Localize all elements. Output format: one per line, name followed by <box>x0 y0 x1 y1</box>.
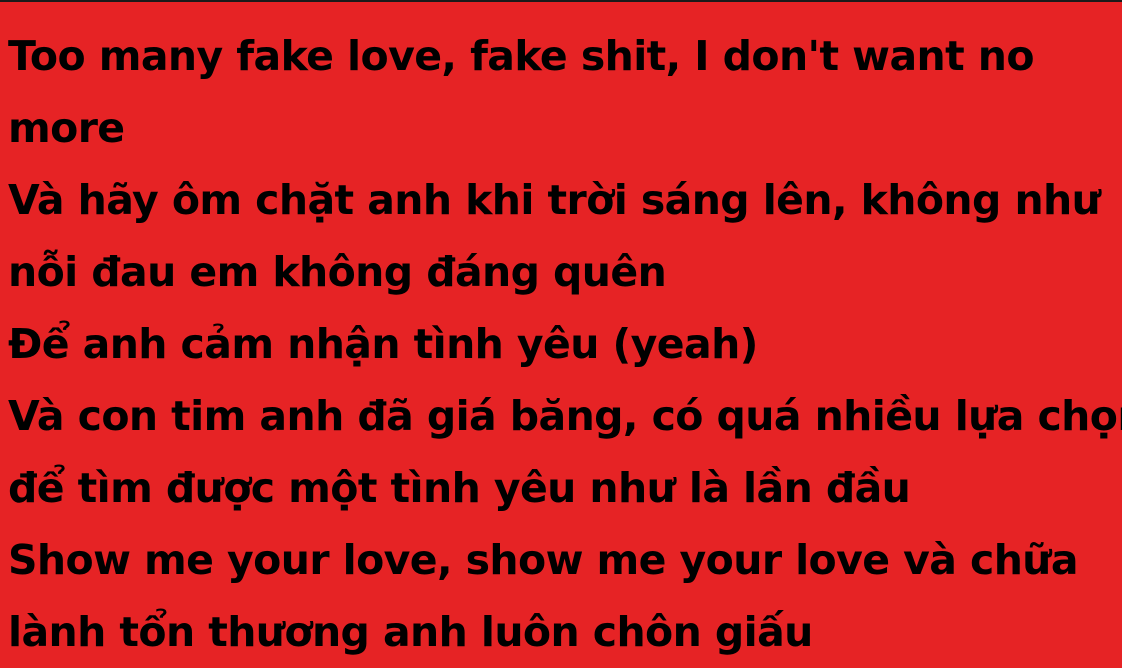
lyric-line: Và con tim anh đã giá băng, có quá nhiều… <box>8 392 1122 440</box>
lyric-line: Và hãy ôm chặt anh khi trời sáng lên, kh… <box>8 176 1101 224</box>
lyric-line: Để anh cảm nhận tình yêu (yeah) <box>8 320 758 368</box>
lyric-line: lành tổn thương anh luôn chôn giấu <box>8 608 813 656</box>
lyric-line: Too many fake love, fake shit, I don't w… <box>8 32 1035 80</box>
top-border <box>0 0 1122 2</box>
lyric-line: more <box>8 104 125 152</box>
lyric-line: để tìm được một tình yêu như là lần đầu <box>8 464 911 512</box>
lyric-line: Show me your love, show me your love và … <box>8 536 1079 584</box>
lyric-line: nỗi đau em không đáng quên <box>8 248 667 296</box>
lyrics-panel: Too many fake love, fake shit, I don't w… <box>8 20 1122 668</box>
